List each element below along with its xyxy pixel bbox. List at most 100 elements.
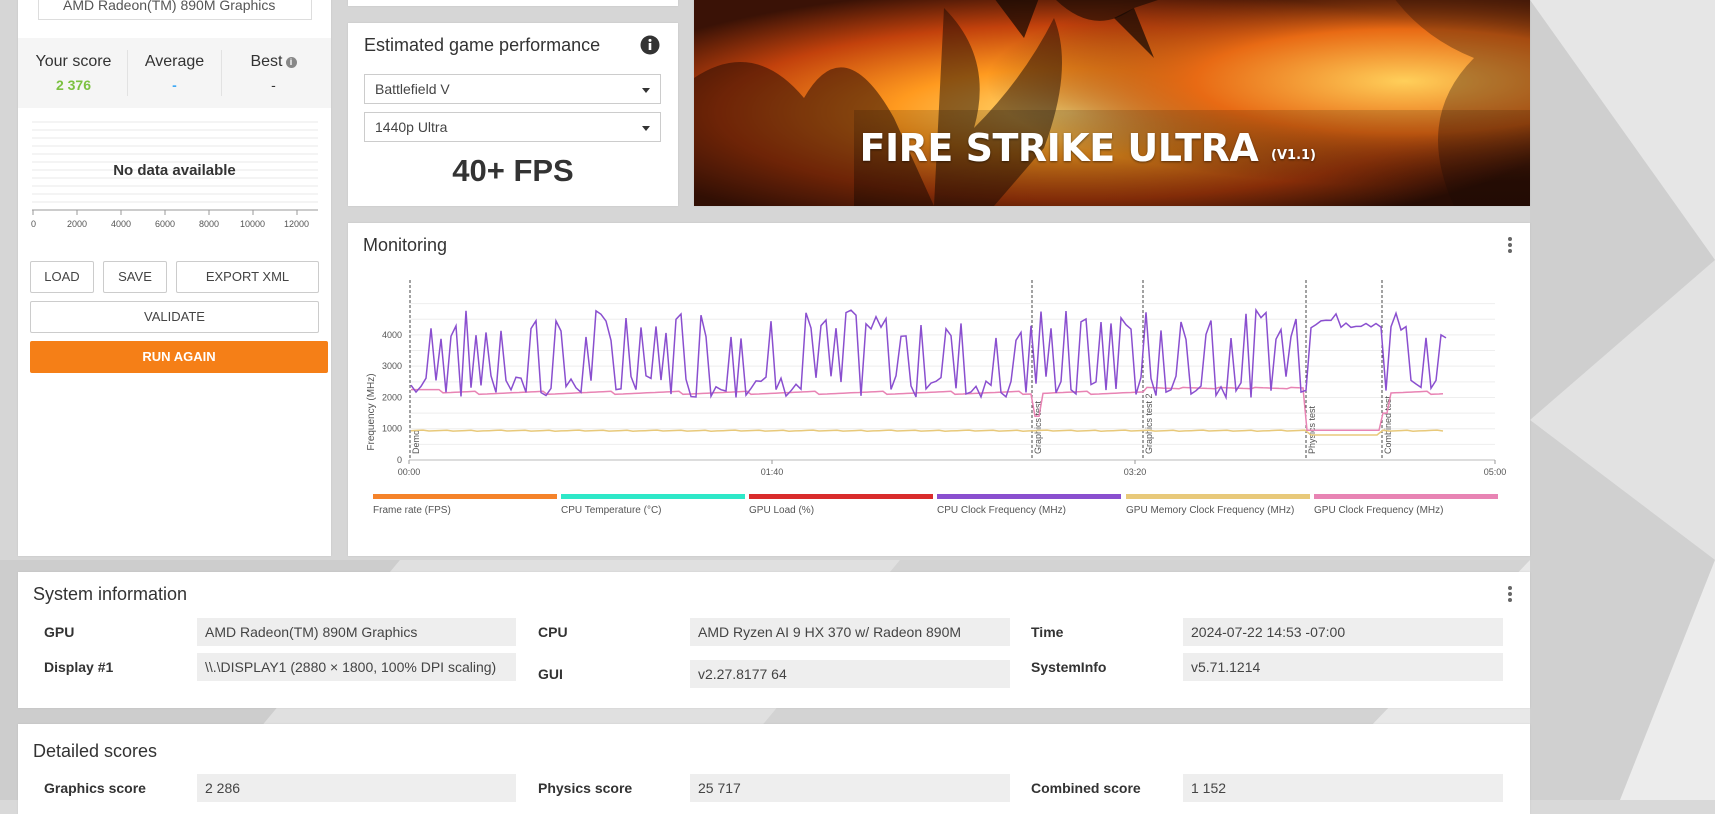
chevron-down-icon bbox=[642, 126, 650, 131]
legend-label[interactable]: GPU Load (%) bbox=[749, 505, 814, 516]
average-label: Average bbox=[144, 53, 205, 70]
gpu-clock-line bbox=[411, 386, 1444, 432]
divider bbox=[221, 50, 222, 96]
marker-label: Demo bbox=[411, 430, 421, 454]
x-tick: 8000 bbox=[199, 219, 220, 229]
score-panel: AMD Radeon(TM) 890M Graphics Your score … bbox=[18, 0, 331, 556]
fire-artwork bbox=[694, 0, 1530, 206]
preset-select[interactable]: 1440p Ultra bbox=[364, 112, 661, 142]
your-score-value: 2 376 bbox=[55, 77, 92, 93]
gpu-name-box: AMD Radeon(TM) 890M Graphics bbox=[38, 0, 312, 20]
combined-score-label: Combined score bbox=[1031, 780, 1141, 796]
legend-label[interactable]: CPU Temperature (°C) bbox=[561, 505, 662, 516]
info-icon[interactable]: i bbox=[285, 57, 297, 68]
graphics-score-label: Graphics score bbox=[44, 780, 146, 796]
systeminfo-label: SystemInfo bbox=[1031, 659, 1107, 675]
x-tick: 01:40 bbox=[761, 467, 784, 477]
cpu-clock-line bbox=[410, 307, 1447, 401]
legend-swatch[interactable] bbox=[561, 494, 745, 499]
detailed-scores-title: Detailed scores bbox=[33, 741, 158, 761]
physics-score-label: Physics score bbox=[538, 780, 633, 796]
chevron-down-icon bbox=[642, 88, 650, 93]
y-axis-label: Frequency (MHz) bbox=[366, 373, 377, 450]
fps-estimate: 40+ FPS bbox=[452, 153, 574, 188]
legend-swatch[interactable] bbox=[1314, 494, 1498, 499]
estimated-title: Estimated game performance bbox=[364, 35, 601, 55]
top-panel-edge bbox=[348, 0, 678, 6]
system-information-panel: System information GPU AMD Radeon(TM) 89… bbox=[18, 572, 1530, 708]
validate-button[interactable]: VALIDATE bbox=[30, 301, 319, 333]
cpu-label: CPU bbox=[538, 624, 568, 640]
export-xml-button[interactable]: EXPORT XML bbox=[176, 261, 319, 293]
legend-swatch[interactable] bbox=[937, 494, 1121, 499]
marker-label: Graphics test 2 bbox=[1144, 393, 1154, 454]
more-options-icon[interactable] bbox=[1508, 237, 1512, 255]
x-tick: 00:00 bbox=[398, 467, 421, 477]
best-label: Best bbox=[250, 53, 283, 70]
x-axis-ticks: 00:00 01:40 03:20 05:00 bbox=[398, 460, 1507, 477]
score-summary: Your score 2 376 Average - Best i - bbox=[18, 38, 331, 108]
x-tick: 03:20 bbox=[1124, 467, 1147, 477]
y-tick: 0 bbox=[397, 455, 402, 465]
distribution-x-axis: 0 2000 4000 6000 8000 10000 12000 bbox=[18, 219, 331, 233]
time-label: Time bbox=[1031, 624, 1064, 640]
legend-swatch[interactable] bbox=[373, 494, 557, 499]
systeminfo-value: v5.71.1214 bbox=[1183, 653, 1503, 681]
run-again-button[interactable]: RUN AGAIN bbox=[30, 341, 328, 373]
your-score-label: Your score bbox=[35, 53, 112, 70]
y-tick: 2000 bbox=[382, 392, 402, 402]
x-tick: 10000 bbox=[240, 219, 266, 229]
benchmark-hero-image: FIRE STRIKE ULTRA (V1.1) bbox=[694, 0, 1530, 206]
game-select-value: Battlefield V bbox=[375, 81, 450, 97]
gpu-name: AMD Radeon(TM) 890M Graphics bbox=[63, 0, 276, 13]
info-icon[interactable] bbox=[640, 35, 660, 55]
best-score: Best i - bbox=[226, 38, 321, 93]
combined-score-value: 1 152 bbox=[1183, 774, 1503, 802]
no-data-message: No data available bbox=[113, 162, 236, 179]
gpu-memory-clock-line bbox=[410, 429, 1444, 436]
legend-label[interactable]: Frame rate (FPS) bbox=[373, 505, 451, 516]
load-button[interactable]: LOAD bbox=[30, 261, 94, 293]
graphics-score-value: 2 286 bbox=[197, 774, 516, 802]
cpu-value: AMD Ryzen AI 9 HX 370 w/ Radeon 890M bbox=[690, 618, 1010, 646]
legend-label[interactable]: GPU Memory Clock Frequency (MHz) bbox=[1126, 505, 1294, 516]
save-button[interactable]: SAVE bbox=[103, 261, 167, 293]
benchmark-version: (V1.1) bbox=[1271, 148, 1316, 163]
your-score: Your score 2 376 bbox=[26, 38, 121, 93]
y-axis-ticks: 0 1000 2000 3000 4000 bbox=[382, 330, 402, 465]
display-label: Display #1 bbox=[44, 659, 114, 675]
time-value: 2024-07-22 14:53 -07:00 bbox=[1183, 618, 1503, 646]
y-tick: 4000 bbox=[382, 330, 402, 340]
benchmark-title: FIRE STRIKE ULTRA (V1.1) bbox=[860, 126, 1316, 170]
best-value: - bbox=[271, 77, 276, 93]
x-tick: 05:00 bbox=[1484, 467, 1507, 477]
system-information-title: System information bbox=[33, 584, 188, 604]
monitoring-chart: 0 1000 2000 3000 4000 00:00 01:40 03:20 05:00 D… bbox=[366, 280, 1507, 477]
x-tick: 2000 bbox=[67, 219, 88, 229]
benchmark-name: FIRE STRIKE ULTRA bbox=[859, 126, 1259, 170]
chart-series bbox=[410, 307, 1447, 436]
y-tick: 1000 bbox=[382, 424, 402, 434]
monitoring-title: Monitoring bbox=[363, 235, 448, 255]
more-options-icon[interactable] bbox=[1508, 586, 1512, 604]
detailed-scores-panel: Detailed scores Graphics score 2 286 Phy… bbox=[18, 724, 1530, 814]
gpu-value: AMD Radeon(TM) 890M Graphics bbox=[197, 618, 516, 646]
legend-swatch[interactable] bbox=[1126, 494, 1310, 499]
legend-swatch[interactable] bbox=[749, 494, 933, 499]
gui-value: v2.27.8177 64 bbox=[690, 660, 1010, 688]
average-score: Average - bbox=[127, 38, 222, 93]
physics-score-value: 25 717 bbox=[690, 774, 1010, 802]
test-markers: Demo Graphics test Graphics test 2 Physics … bbox=[409, 280, 1393, 460]
x-tick: 12000 bbox=[284, 219, 310, 229]
marker-label: Graphics test bbox=[1033, 400, 1043, 454]
x-tick: 0 bbox=[31, 219, 37, 229]
legend-label[interactable]: CPU Clock Frequency (MHz) bbox=[937, 505, 1066, 516]
gui-label: GUI bbox=[538, 666, 563, 682]
x-tick: 4000 bbox=[111, 219, 132, 229]
legend-label[interactable]: GPU Clock Frequency (MHz) bbox=[1314, 505, 1443, 516]
gpu-label: GPU bbox=[44, 624, 75, 640]
game-select[interactable]: Battlefield V bbox=[364, 74, 661, 104]
y-tick: 3000 bbox=[382, 361, 402, 371]
display-value: \\.\DISPLAY1 (2880 × 1800, 100% DPI scal… bbox=[197, 653, 516, 681]
x-tick: 6000 bbox=[155, 219, 176, 229]
